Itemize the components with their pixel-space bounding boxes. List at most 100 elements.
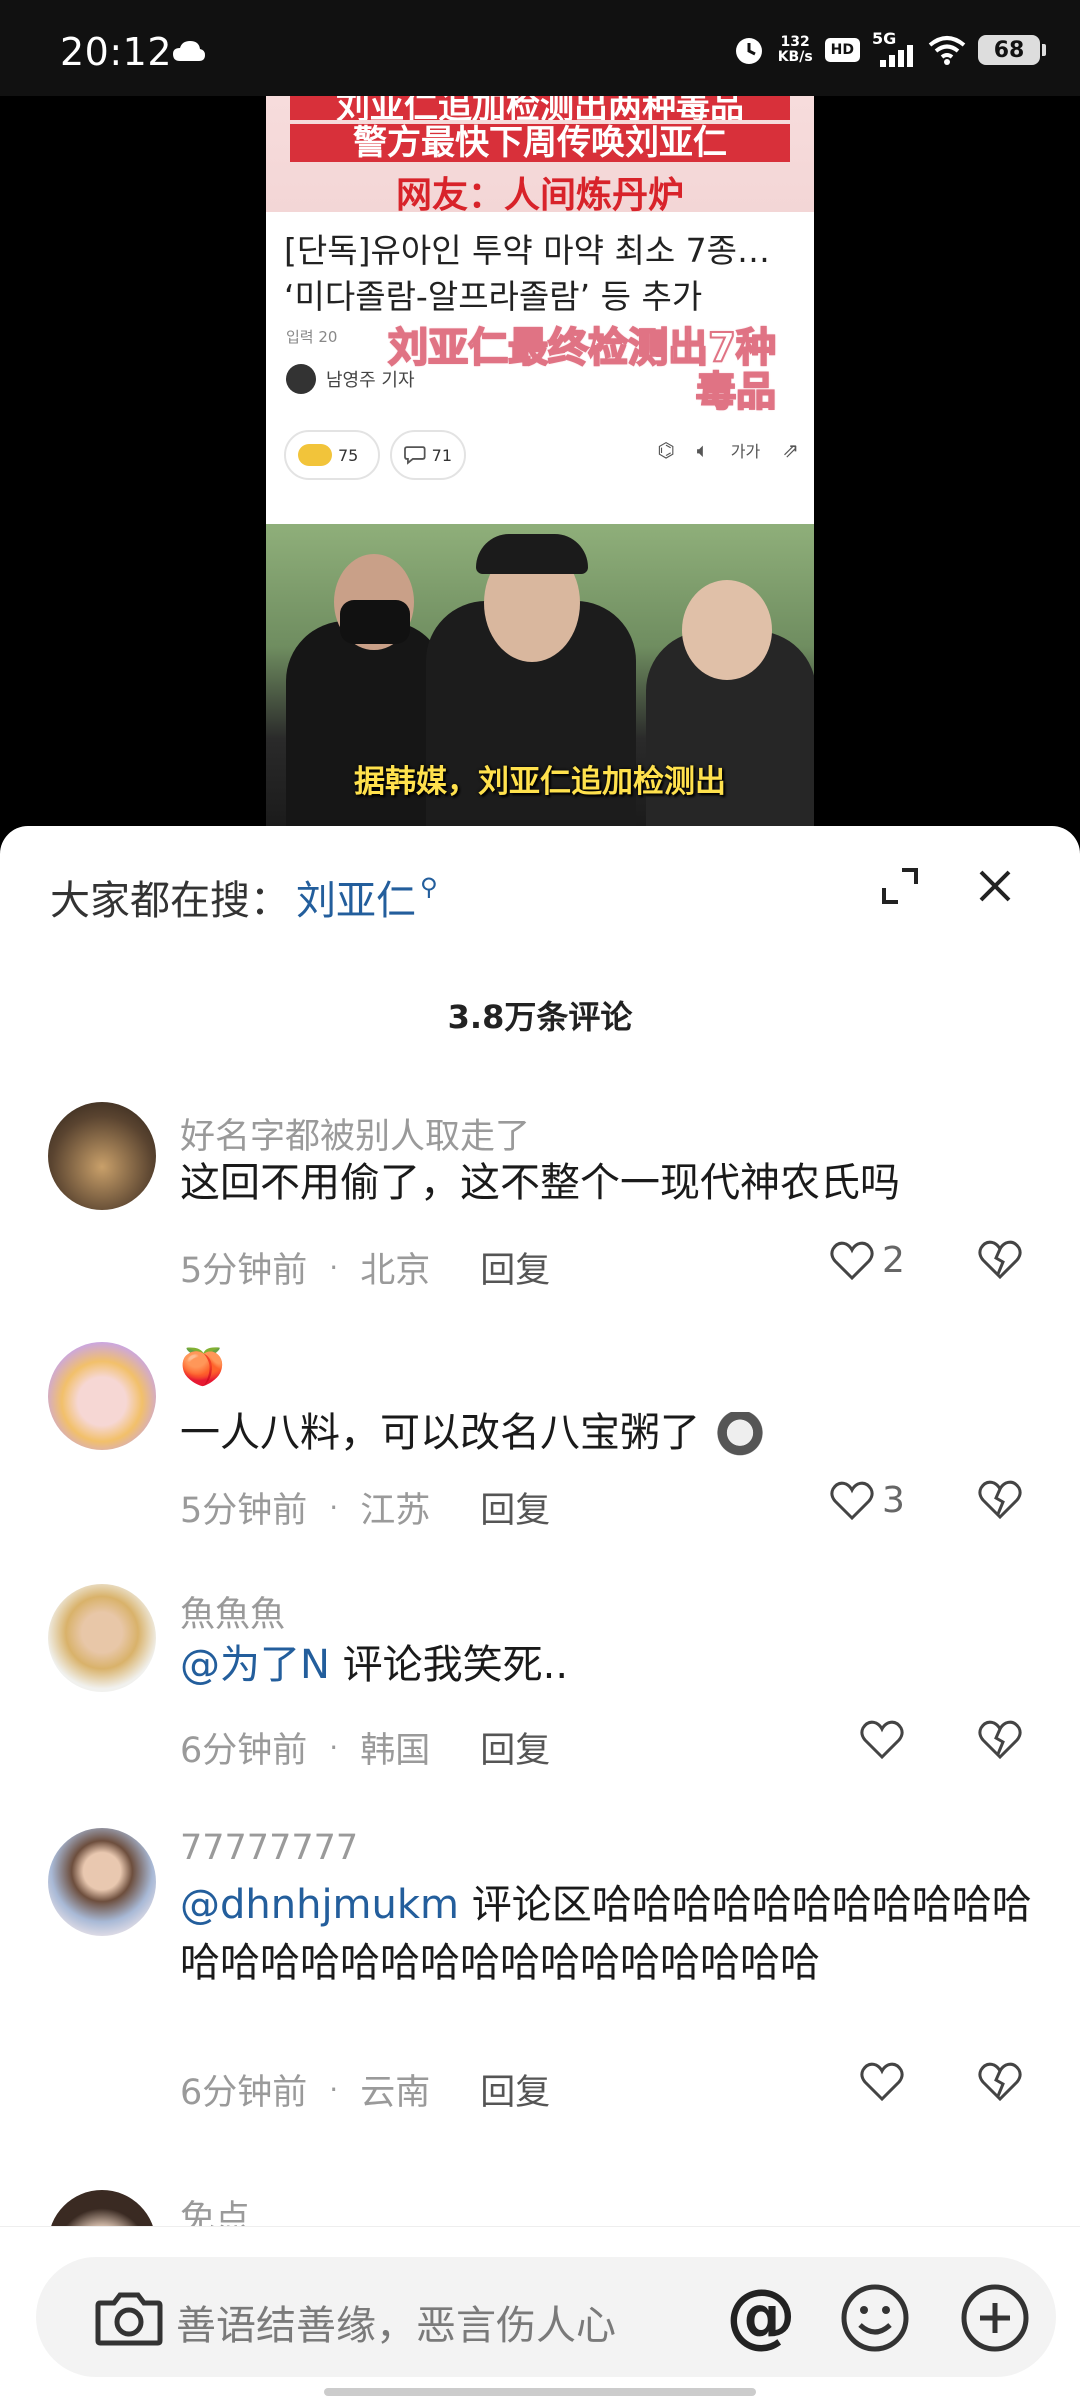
comment-item: 好名字都被别人取走了 这回不用偷了，这不整个一现代神农氏吗 5分钟前 · 北京 … [0, 1102, 1080, 1302]
net-speed-unit: KB/s [777, 49, 813, 65]
broken-heart-icon[interactable] [978, 1480, 1022, 1520]
comment-pill: 71 [390, 430, 466, 480]
close-icon[interactable] [975, 866, 1015, 906]
reporter-avatar [286, 364, 316, 394]
meta-separator: · [329, 1731, 339, 1764]
like-button[interactable]: 3 [830, 1480, 905, 1521]
like-button[interactable] [860, 1720, 904, 1760]
comment-item: 77777777 @dhnhjmukm 评论区哈哈哈哈哈哈哈哈哈哈哈哈哈哈哈哈哈… [0, 1828, 1080, 2158]
heart-icon [860, 1720, 904, 1760]
broken-heart-icon[interactable] [978, 1720, 1022, 1760]
comment-text-content: 一人八料，可以改名八宝粥了 [180, 1410, 700, 1456]
reply-button[interactable]: 回复 [480, 2064, 550, 2115]
comment-input-placeholder: 善语结善缘，恶言伤人心 [176, 2303, 616, 2349]
avatar[interactable] [48, 1102, 156, 1210]
headline-line-1: 刘亚仁追加检测出两种毒品 [290, 96, 790, 120]
avatar[interactable] [48, 1828, 156, 1936]
share-icon: ⇗ [782, 438, 799, 462]
reaction-count: 75 [338, 445, 359, 465]
video-player[interactable]: 刘亚仁追加检测出两种毒品 警方最快下周传唤刘亚仁 网友：人间炼丹炉 [단독]유아… [0, 96, 1080, 831]
alarm-icon [735, 38, 762, 64]
broken-heart-icon[interactable] [978, 2062, 1022, 2102]
reply-button[interactable]: 回复 [480, 1482, 550, 1533]
comment-meta: 6分钟前 · 云南 回复 [180, 2064, 550, 2115]
robot-icon: ⌬ [657, 438, 675, 462]
article-icons: ⌬ 🔈︎ 가가 ⇗ [657, 438, 799, 462]
trending-search-term[interactable]: 刘亚仁 [296, 868, 416, 926]
article-meta: 입력 20 [286, 328, 338, 346]
overlay-caption-line-2: 毒品 [695, 369, 777, 415]
headline-banner: 刘亚仁追加检测出两种毒品 警方最快下周传唤刘亚仁 网友：人间炼丹炉 [266, 96, 814, 216]
article-title-line-2: ‘미다졸람-알프라졸람’ 등 추가 [284, 277, 703, 316]
comment-item: 🍑 一人八料，可以改名八宝粥了 5分钟前 · 江苏 回复 3 [0, 1342, 1080, 1542]
cloud-icon [173, 41, 205, 61]
comment-author[interactable]: 魚魚魚 [180, 1586, 285, 1637]
like-button[interactable]: 2 [830, 1240, 905, 1281]
article-actions: 75 71 ⌬ 🔈︎ 가가 ⇗ [284, 430, 799, 480]
mention-link[interactable]: @dhnhjmukm [180, 1882, 459, 1928]
comment-text: 这回不用偷了，这不整个一现代神农氏吗 [180, 1160, 900, 1206]
video-frame: 刘亚仁追加检测出两种毒品 警方最快下周传唤刘亚仁 网友：人间炼丹炉 [단독]유아… [266, 96, 814, 831]
meta-separator: · [329, 1251, 339, 1284]
status-indicators: 132 KB/s HD 5G 68 [732, 29, 1046, 70]
headline-line-3: 网友：人间炼丹炉 [395, 175, 684, 216]
comment-meta: 6分钟前 · 韩国 回复 [180, 1722, 550, 1773]
like-count: 3 [882, 1480, 905, 1521]
comment-location: 北京 [360, 1251, 431, 1291]
mention-link[interactable]: @为了N [180, 1642, 330, 1688]
overlay-caption: 刘亚仁最终检测出7种 毒品 [336, 325, 777, 415]
heart-icon [860, 2062, 904, 2102]
speaker-icon: 🔈︎ [696, 438, 709, 462]
like-button[interactable] [860, 2062, 904, 2102]
comment-time: 6分钟前 [180, 1731, 308, 1771]
heart-icon [830, 1481, 874, 1520]
reply-button[interactable]: 回复 [480, 1722, 550, 1773]
comment-author[interactable]: 77777777 [180, 1828, 358, 1868]
husky-sticker-icon [712, 1412, 767, 1458]
plus-icon[interactable] [960, 2283, 1030, 2353]
search-icon: ⚲ [420, 873, 438, 901]
trending-search[interactable]: 大家都在搜： 刘亚仁 ⚲ [50, 868, 438, 926]
camera-icon[interactable] [94, 2289, 164, 2347]
wifi-icon [928, 36, 966, 65]
comment-location: 韩国 [360, 1731, 431, 1771]
reply-button[interactable]: 回复 [480, 1242, 550, 1293]
net-speed: 132 KB/s [778, 35, 813, 65]
comment-location: 云南 [360, 2073, 431, 2113]
comment-text: 一人八料，可以改名八宝粥了 [180, 1404, 1040, 1462]
hd-badge: HD [824, 38, 860, 62]
font-size-label: 가가 [730, 442, 761, 461]
article-title: [단독]유아인 투약 마약 최소 7종… ‘미다졸람-알프라졸람’ 등 추가 [284, 228, 804, 320]
emoji-icon[interactable] [840, 2283, 910, 2353]
expand-icon[interactable] [880, 866, 920, 906]
meta-separator: · [329, 1491, 339, 1524]
overlay-caption-line-1: 刘亚仁最终检测出7种 [387, 325, 777, 371]
comment-text: @dhnhjmukm 评论区哈哈哈哈哈哈哈哈哈哈哈哈哈哈哈哈哈哈哈哈哈哈哈哈哈哈… [180, 1876, 1040, 1992]
mention-at-icon[interactable]: @ [726, 2275, 796, 2355]
reaction-pill: 75 [284, 430, 380, 480]
video-subtitle: 据韩媒，刘亚仁追加检测出 [354, 764, 726, 800]
comment-author[interactable]: 🍑 [180, 1346, 225, 1388]
comment-author[interactable]: 好名字都被别人取走了 [180, 1108, 530, 1159]
avatar[interactable] [48, 1584, 156, 1692]
trending-search-prefix: 大家都在搜： [50, 878, 290, 924]
comment-meta: 5分钟前 · 北京 回复 [180, 1242, 550, 1293]
comment-input-bar: 善语结善缘，恶言伤人心 @ [0, 2226, 1080, 2400]
broken-heart-icon[interactable] [978, 1240, 1022, 1280]
comment-item: 魚魚魚 @为了N 评论我笑死.. 6分钟前 · 韩国 回复 [0, 1584, 1080, 1784]
comment-location: 江苏 [360, 1491, 431, 1531]
signal-icon: 5G [872, 29, 916, 67]
speech-bubble-icon [404, 446, 426, 465]
home-indicator[interactable] [324, 2388, 756, 2396]
comment-sheet: 大家都在搜： 刘亚仁 ⚲ 3.8万条评论 好名字都被别人取走了 这回不用偷了，这… [0, 826, 1080, 2400]
comment-count-label: 3.8万条评论 [447, 998, 633, 1036]
comment-time: 5分钟前 [180, 1491, 308, 1531]
meta-separator: · [329, 2073, 339, 2106]
avatar[interactable] [48, 1342, 156, 1450]
article-comment-count: 71 [431, 445, 452, 465]
heart-icon [830, 1241, 874, 1280]
comment-time: 6分钟前 [180, 2073, 308, 2113]
comment-input[interactable]: 善语结善缘，恶言伤人心 @ [36, 2257, 1056, 2377]
comment-text-content: 评论我笑死.. [329, 1642, 569, 1688]
comment-time: 5分钟前 [180, 1251, 308, 1291]
